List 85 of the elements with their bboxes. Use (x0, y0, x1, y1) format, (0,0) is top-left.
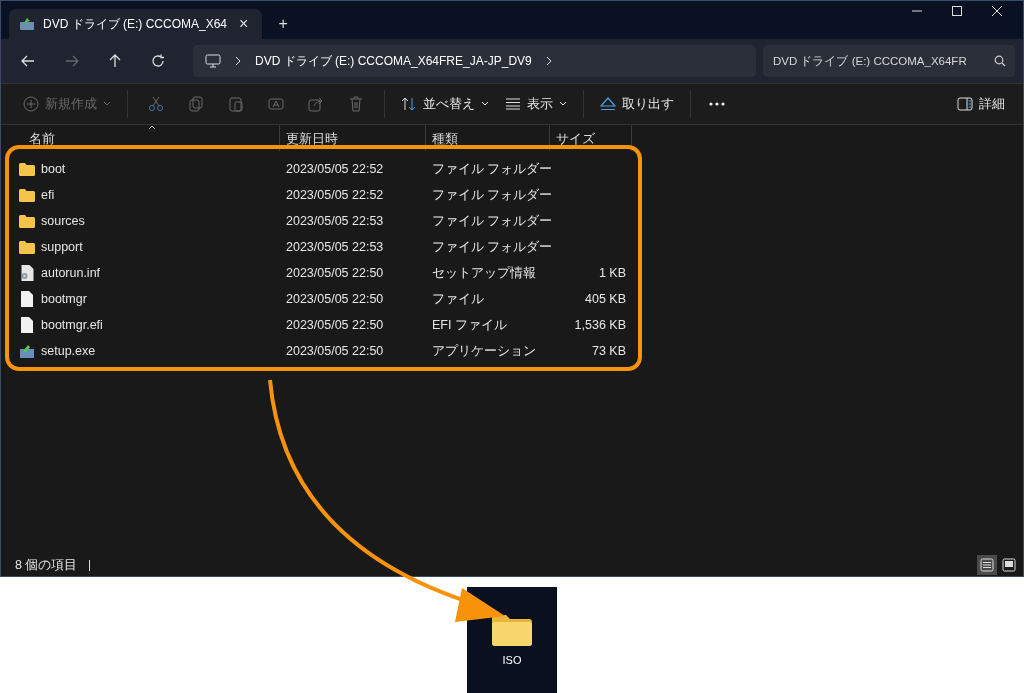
file-size: 1 KB (598, 266, 626, 280)
modified-date: 2023/05/05 22:50 (285, 292, 385, 306)
new-tab-button[interactable]: + (274, 15, 292, 33)
file-name[interactable]: setup.exe (41, 344, 96, 358)
modified-date: 2023/05/05 22:50 (285, 266, 385, 280)
folder-label[interactable]: ISO (502, 654, 522, 666)
file-name[interactable]: support (41, 240, 83, 254)
maximize-icon[interactable] (951, 5, 963, 17)
file-size: 1,536 KB (574, 318, 626, 332)
caret-icon (481, 101, 489, 107)
close-icon[interactable] (991, 5, 1003, 17)
tab-title: DVD ドライブ (E:) CCCOMA_X64 (43, 15, 228, 33)
monitor-icon (205, 54, 221, 68)
file-name[interactable]: bootmgr.efi (41, 318, 103, 332)
file-size: 405 KB (585, 292, 626, 306)
eject-icon (600, 97, 616, 111)
chevron-icon (235, 56, 241, 66)
address-bar[interactable]: DVD ドライブ (E:) CCCOMA_X64FRE_JA-JP_DV9 (193, 45, 756, 77)
modified-date: 2023/05/05 22:52 (285, 162, 385, 176)
tiles-view-button[interactable] (999, 555, 1019, 575)
copy-icon (188, 96, 204, 112)
up-arrow-icon[interactable] (109, 54, 121, 68)
file-type: ファイル フォルダー (431, 160, 550, 178)
sort-ascending-icon (148, 125, 156, 130)
modified-date: 2023/05/05 22:52 (285, 188, 385, 202)
file-name[interactable]: autorun.inf (41, 266, 101, 280)
column-header[interactable]: サイズ (550, 125, 632, 151)
column-header[interactable]: 更新日時 (280, 125, 426, 151)
file-type: EFI ファイル (431, 316, 508, 334)
file-type: ファイル フォルダー (431, 186, 550, 204)
file-name[interactable]: efi (41, 188, 55, 202)
file-type: ファイル フォルダー (431, 238, 550, 256)
refresh-icon[interactable] (151, 54, 165, 68)
clipboard-icon (228, 96, 244, 112)
more-options-icon[interactable] (709, 102, 725, 106)
details-pane-button[interactable]: 詳細 (949, 91, 1013, 117)
forward-arrow-icon[interactable] (65, 55, 79, 67)
item-count: 8 個の項目 (15, 556, 78, 574)
lines-icon (505, 98, 521, 110)
file-name[interactable]: bootmgr (41, 292, 87, 306)
trash-icon (348, 96, 364, 112)
drive-icon (19, 17, 35, 31)
file-type: セットアップ情報 (431, 264, 537, 282)
modified-date: 2023/05/05 22:50 (285, 344, 385, 358)
settings-file-icon (19, 265, 35, 281)
column-header[interactable]: 名前 (1, 125, 280, 151)
details-view-button[interactable] (977, 555, 997, 575)
sort-button[interactable]: 並べ替え (393, 91, 497, 117)
modified-date: 2023/05/05 22:50 (285, 318, 385, 332)
file-name[interactable]: sources (41, 214, 85, 228)
scissors-icon (148, 96, 164, 112)
chevron-icon[interactable] (545, 56, 552, 66)
search-icon (994, 55, 1006, 67)
sort-arrows-icon (401, 97, 417, 111)
file-icon (19, 317, 35, 333)
folder-icon[interactable] (492, 615, 532, 646)
file-icon (19, 291, 35, 307)
file-type: ファイル (431, 290, 485, 308)
window-tab[interactable]: DVD ドライブ (E:) CCCOMA_X64 × (9, 9, 263, 39)
rename-icon (268, 96, 284, 112)
preview-icon (1002, 558, 1016, 572)
folder-icon (19, 240, 35, 254)
side-panel-icon (957, 97, 973, 111)
eject-button[interactable]: 取り出す (592, 91, 682, 117)
plus-circle-icon (23, 96, 39, 112)
file-size: 73 KB (591, 344, 626, 358)
close-tab-button[interactable]: × (235, 15, 253, 33)
file-name[interactable]: boot (41, 162, 66, 176)
column-header[interactable]: 種類 (426, 125, 550, 151)
view-button[interactable]: 表示 (497, 91, 575, 117)
caret-icon (559, 101, 567, 107)
path-text: DVD ドライブ (E:) CCCOMA_X64FRE_JA-JP_DV9 (255, 52, 532, 70)
caret-icon (103, 101, 111, 107)
folder-icon (19, 162, 35, 176)
search-field[interactable]: DVD ドライブ (E:) CCCOMA_X64FR (763, 45, 1015, 77)
modified-date: 2023/05/05 22:53 (285, 240, 385, 254)
folder-icon (19, 188, 35, 202)
list-icon (980, 558, 994, 572)
file-type: ファイル フォルダー (431, 212, 550, 230)
modified-date: 2023/05/05 22:53 (285, 214, 385, 228)
share-icon (308, 96, 324, 112)
setup-app-icon (19, 343, 35, 359)
file-type: アプリケーション (431, 342, 537, 360)
folder-icon (19, 214, 35, 228)
back-arrow-icon[interactable] (21, 55, 35, 67)
